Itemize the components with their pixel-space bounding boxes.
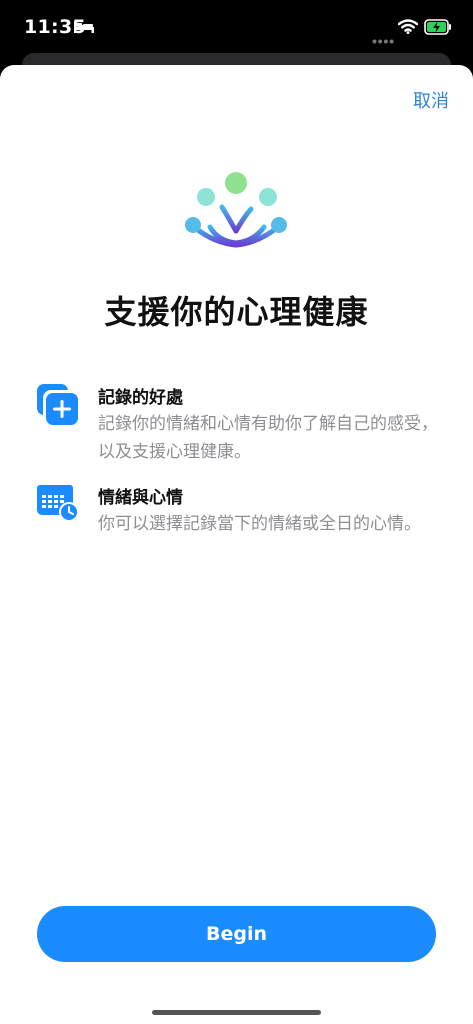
status-bar: 11:35 (0, 0, 473, 56)
mind-tree-icon (184, 169, 288, 267)
calendar-clock-icon (36, 483, 80, 527)
feature-title: 情緒與心情 (98, 488, 183, 508)
feature-description: 記錄你的情緒和心情有助你了解自己的感受，以及支援心理健康。 (98, 414, 438, 462)
page-title: 支援你的心理健康 (104, 293, 369, 331)
cancel-button[interactable]: 取消 (413, 87, 449, 113)
begin-button[interactable]: Begin (37, 906, 436, 962)
home-indicator[interactable] (152, 1010, 321, 1015)
battery-charging-icon (424, 19, 452, 39)
onboarding-sheet: 取消 支援你的心理健康 記錄的好處 記錄你的情緒和心情有助你了解自己的感受，以及… (0, 65, 473, 1024)
add-stack-icon (36, 383, 80, 431)
wifi-icon (397, 19, 419, 38)
signal-dots-icon (372, 29, 394, 48)
feature-title: 記錄的好處 (98, 388, 183, 408)
bed-icon (74, 18, 94, 37)
feature-description: 你可以選擇記錄當下的情緒或全日的心情。 (98, 514, 421, 534)
